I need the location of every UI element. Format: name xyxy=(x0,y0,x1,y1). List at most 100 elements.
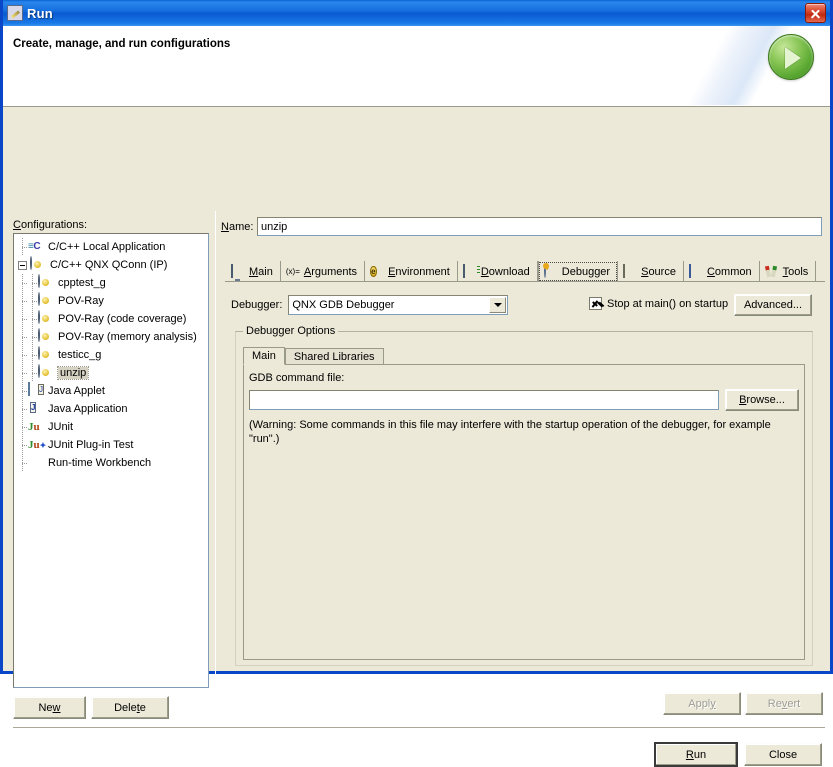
tree-guide xyxy=(28,328,38,346)
configuration-tabs: Main (x)=ArgumentseEnvironmentDownloadDeb… xyxy=(225,260,825,282)
tree-item-label: Run-time Workbench xyxy=(48,457,151,469)
tree-item-java-application[interactable]: JJava Application xyxy=(14,400,208,418)
gear-icon xyxy=(38,275,54,291)
tree-guide xyxy=(18,364,28,382)
gear-icon xyxy=(38,365,54,381)
junit-icon: Ju xyxy=(28,419,44,435)
tree-item-label: C/C++ Local Application xyxy=(48,241,165,253)
tab-environment[interactable]: eEnvironment xyxy=(365,261,458,282)
tree-item-c-c-qnx-qconn-ip[interactable]: C/C++ QNX QConn (IP) xyxy=(14,256,208,274)
tree-item-cpptest-g[interactable]: cpptest_g xyxy=(14,274,208,292)
tab-label: Main xyxy=(249,266,273,278)
run-button[interactable]: Run xyxy=(654,742,738,767)
apply-button[interactable]: Apply xyxy=(663,692,741,715)
monitor-icon xyxy=(231,265,245,279)
configurations-tree-list: ≡C C/C++ Local Application C/C++ QNX QConn… xyxy=(14,234,208,472)
tree-guide xyxy=(18,238,28,256)
debugger-options-tab-main[interactable]: Main xyxy=(243,347,285,365)
configurations-tree[interactable]: ≡C C/C++ Local Application C/C++ QNX QConn… xyxy=(13,233,209,688)
debugger-options-title: Debugger Options xyxy=(243,325,338,337)
dialog-body: Configurations: ≡CC/C++ Local Applicatio… xyxy=(3,107,830,671)
tree-item-junit-plug-in-test[interactable]: Ju✦JUnit Plug-in Test xyxy=(14,436,208,454)
tab-label: Source xyxy=(641,266,676,278)
gear-icon xyxy=(38,311,54,327)
tree-guide xyxy=(18,292,28,310)
close-icon[interactable] xyxy=(805,3,826,23)
tree-item-pov-ray-code-coverage[interactable]: POV-Ray (code coverage) xyxy=(14,310,208,328)
page-title: Create, manage, and run configurations xyxy=(13,38,230,50)
delete-button[interactable]: Delete xyxy=(91,696,169,719)
browse-button-label: Browse... xyxy=(739,394,785,406)
apply-button-label: Apply xyxy=(688,698,716,710)
java-applet-icon xyxy=(28,383,44,399)
tree-guide xyxy=(28,346,38,364)
tab-label: Environment xyxy=(388,266,450,278)
tab-main[interactable]: Main xyxy=(225,261,281,282)
tree-item-unzip[interactable]: unzip xyxy=(14,364,208,382)
tree-item-java-applet[interactable]: Java Applet xyxy=(14,382,208,400)
chevron-down-icon[interactable] xyxy=(489,297,506,313)
tree-item-label: Java Application xyxy=(48,403,128,415)
new-button[interactable]: New xyxy=(13,696,86,719)
debugger-label: Debugger: xyxy=(231,299,282,311)
tree-item-junit[interactable]: JuJUnit xyxy=(14,418,208,436)
stop-at-main-checkbox[interactable] xyxy=(589,297,602,310)
stop-at-main-label: Stop at main() on startup xyxy=(607,298,728,310)
tree-guide xyxy=(28,310,38,328)
revert-button-label: Revert xyxy=(768,698,800,710)
tree-collapse-icon[interactable] xyxy=(18,261,27,270)
source-document-icon xyxy=(623,265,637,279)
debugger-select[interactable]: QNX GDB Debugger xyxy=(288,295,508,315)
revert-button[interactable]: Revert xyxy=(745,692,823,715)
tab-common[interactable]: Common xyxy=(684,261,760,282)
close-button[interactable]: Close xyxy=(744,743,822,766)
debugger-select-value: QNX GDB Debugger xyxy=(292,299,394,311)
tree-guide xyxy=(18,310,28,328)
footer-divider xyxy=(13,727,825,731)
tree-item-label: C/C++ QNX QConn (IP) xyxy=(50,259,167,271)
gdb-command-file-label: GDB command file: xyxy=(249,372,344,384)
tab-tools[interactable]: Tools xyxy=(760,261,817,282)
tree-item-pov-ray[interactable]: POV-Ray xyxy=(14,292,208,310)
run-button-label: Run xyxy=(686,749,706,761)
tree-item-testicc-g[interactable]: testicc_g xyxy=(14,346,208,364)
tree-item-label: cpptest_g xyxy=(58,277,106,289)
gdb-command-file-input[interactable] xyxy=(249,390,719,410)
dialog-header: Create, manage, and run configurations xyxy=(3,26,830,107)
tree-guide xyxy=(18,436,28,454)
tree-item-run-time-workbench[interactable]: Run-time Workbench xyxy=(14,454,208,472)
name-row: Name: xyxy=(221,217,822,236)
stop-at-main-row[interactable]: Stop at main() on startup xyxy=(589,297,728,310)
delete-button-label: Delete xyxy=(114,702,146,714)
tab-debugger[interactable]: Debugger xyxy=(538,261,618,282)
gear-icon xyxy=(38,293,54,309)
title-bar: Run xyxy=(3,0,830,26)
common-list-icon xyxy=(689,265,703,279)
tree-item-c-c-local-application[interactable]: ≡C C/C++ Local Application xyxy=(14,238,208,256)
tree-item-pov-ray-memory-analysis[interactable]: POV-Ray (memory analysis) xyxy=(14,328,208,346)
tree-guide xyxy=(18,382,28,400)
run-wand-icon xyxy=(7,5,23,21)
debugger-icon xyxy=(544,265,558,279)
browse-button[interactable]: Browse... xyxy=(725,389,799,411)
tree-item-label: unzip xyxy=(58,367,88,379)
variable-icon: (x)= xyxy=(286,265,300,279)
tree-guide xyxy=(28,364,38,382)
debugger-row: Debugger: QNX GDB Debugger xyxy=(231,295,508,315)
debugger-options-tab-shared-libraries[interactable]: Shared Libraries xyxy=(285,348,384,365)
advanced-button[interactable]: Advanced... xyxy=(734,294,812,316)
green-run-play-icon xyxy=(768,34,814,80)
tree-item-label: Java Applet xyxy=(48,385,105,397)
tab-label: Tools xyxy=(783,266,809,278)
gear-icon xyxy=(38,329,54,345)
tab-arguments[interactable]: (x)=Arguments xyxy=(281,261,365,282)
cpp-local-app-icon: ≡C xyxy=(28,239,44,255)
name-input[interactable] xyxy=(257,217,822,236)
tabs-underline xyxy=(225,281,825,282)
tree-guide xyxy=(28,274,38,292)
tools-icon xyxy=(765,265,779,279)
gdb-warning-text: (Warning: Some commands in this file may… xyxy=(249,418,794,446)
tab-source[interactable]: Source xyxy=(618,261,684,282)
tab-download[interactable]: Download xyxy=(458,261,538,282)
tree-item-label: testicc_g xyxy=(58,349,101,361)
